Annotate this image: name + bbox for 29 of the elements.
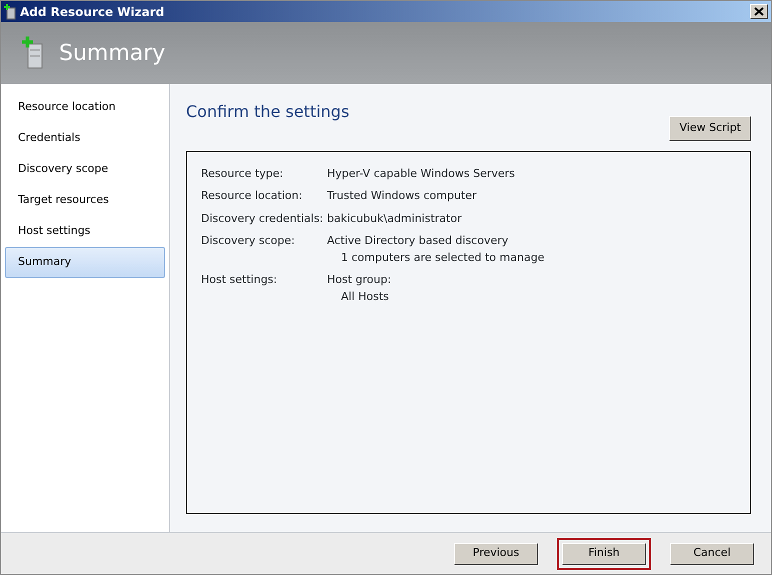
setting-value: Active Directory based discovery: [327, 233, 510, 249]
sidebar-item[interactable]: Resource location: [5, 92, 165, 123]
wizard-button[interactable]: Finish: [562, 542, 646, 564]
sidebar-item[interactable]: Summary: [5, 247, 165, 278]
close-icon: [754, 7, 764, 16]
wizard-button[interactable]: Cancel: [670, 542, 754, 564]
window-title: Add Resource Wizard: [20, 4, 166, 20]
setting-label: Resource type:: [201, 166, 284, 182]
page-title: Summary: [59, 40, 166, 68]
section-heading: Confirm the settings: [186, 101, 350, 123]
setting-value: bakicubuk\administrator: [327, 210, 462, 226]
sidebar-item[interactable]: Target resources: [5, 185, 165, 216]
setting-label: Host settings:: [201, 272, 278, 288]
setting-label: Resource location:: [201, 188, 304, 204]
setting-label: Discovery scope:: [201, 233, 296, 249]
setting-value: Trusted Windows computer: [327, 188, 477, 204]
wizard-button[interactable]: Previous: [454, 542, 538, 564]
sidebar-item[interactable]: Host settings: [5, 216, 165, 247]
server-add-icon: [21, 36, 45, 70]
setting-detail: All Hosts: [340, 288, 390, 304]
sidebar-item[interactable]: Credentials: [5, 123, 165, 154]
setting-detail: 1 computers are selected to manage: [340, 250, 544, 266]
sidebar-item[interactable]: Discovery scope: [5, 154, 165, 185]
close-button[interactable]: [750, 4, 768, 19]
setting-value: Hyper-V capable Windows Servers: [327, 166, 515, 182]
server-add-icon: [4, 4, 16, 20]
setting-value: Host group:: [327, 272, 392, 288]
view-script-button[interactable]: View Script: [669, 116, 751, 140]
setting-label: Discovery credentials:: [201, 210, 324, 226]
